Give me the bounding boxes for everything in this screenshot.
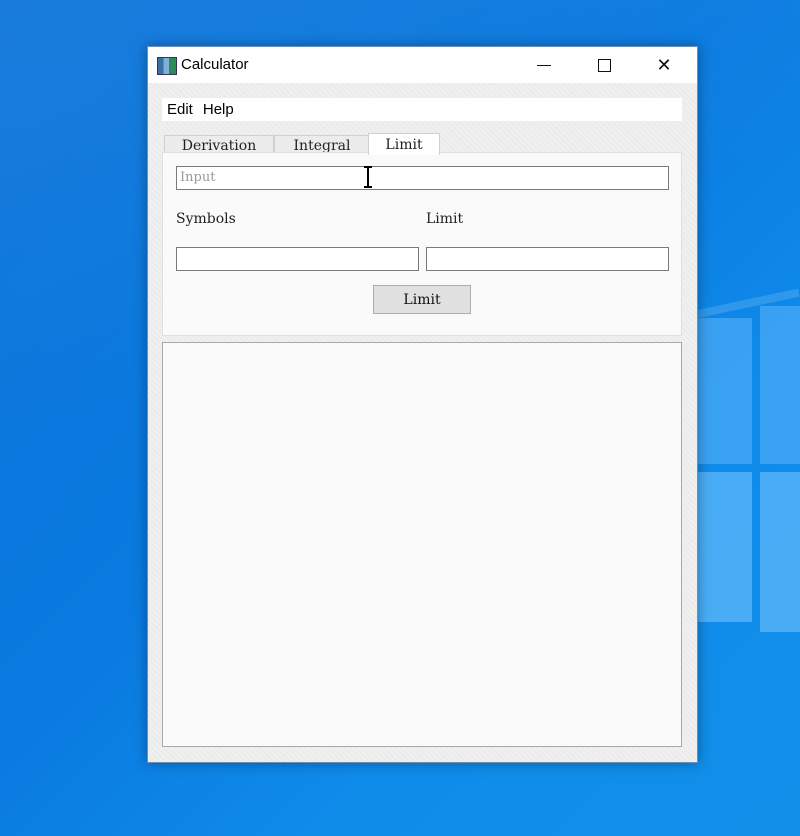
limit-button[interactable]: Limit <box>373 285 471 314</box>
close-icon: ✕ <box>656 54 672 76</box>
windows-logo-pane <box>697 318 752 464</box>
symbols-input[interactable] <box>176 247 419 271</box>
minimize-button[interactable] <box>515 47 573 83</box>
output-area[interactable] <box>162 342 682 747</box>
text-cursor-icon <box>364 166 372 188</box>
menu-bar: Edit Help <box>162 98 682 121</box>
maximize-icon <box>597 58 611 72</box>
windows-logo-pane <box>697 472 752 622</box>
calculator-window: Calculator ✕ Edit Help Derivation Integr… <box>147 46 698 763</box>
minimize-icon <box>537 64 551 66</box>
window-title: Calculator <box>181 56 249 73</box>
limit-input[interactable] <box>426 247 669 271</box>
menu-help[interactable]: Help <box>198 101 239 118</box>
client-area: Edit Help Derivation Integral Limit Inpu… <box>148 83 697 762</box>
tab-limit[interactable]: Limit <box>368 133 440 155</box>
maximize-button[interactable] <box>575 47 633 83</box>
symbols-label: Symbols <box>176 211 236 227</box>
close-button[interactable]: ✕ <box>635 47 693 83</box>
menu-edit[interactable]: Edit <box>162 101 198 118</box>
windows-logo-pane <box>760 472 800 632</box>
title-bar[interactable]: Calculator ✕ <box>148 47 697 83</box>
expression-input[interactable]: Input <box>176 166 669 190</box>
limit-panel: Input Symbols Limit Limit <box>162 152 682 336</box>
app-icon <box>157 57 177 75</box>
windows-logo-pane <box>760 306 800 464</box>
limit-label: Limit <box>426 211 464 227</box>
